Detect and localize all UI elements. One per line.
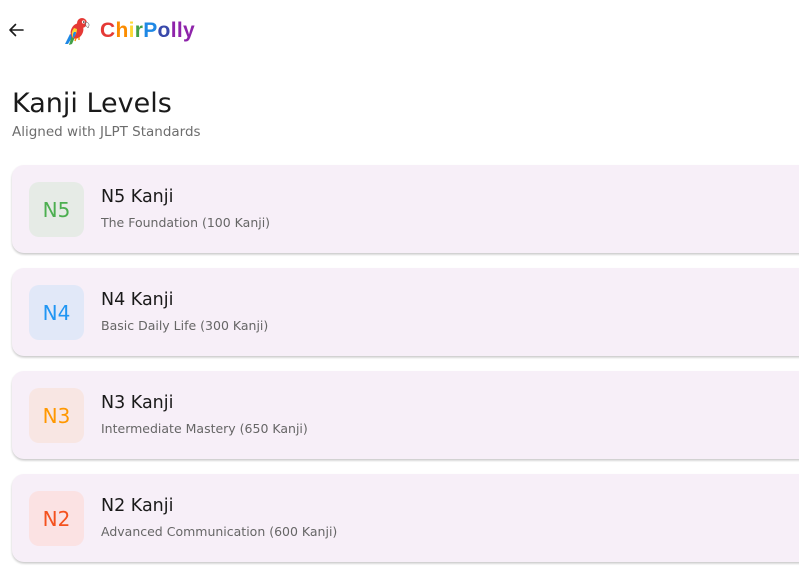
- level-card-n5[interactable]: N5 N5 Kanji The Foundation (100 Kanji): [12, 165, 799, 253]
- level-description: Intermediate Mastery (650 Kanji): [101, 421, 308, 436]
- level-badge: N2: [29, 491, 84, 546]
- level-description: Basic Daily Life (300 Kanji): [101, 318, 269, 333]
- level-name: N2 Kanji: [101, 496, 174, 516]
- page-header: Kanji Levels Aligned with JLPT Standards: [12, 86, 201, 140]
- page-subtitle: Aligned with JLPT Standards: [12, 124, 201, 140]
- level-badge: N5: [29, 182, 84, 237]
- app-name-letter: y: [182, 19, 195, 42]
- app-name-letter: o: [157, 19, 171, 42]
- arrow-left-icon: [9, 23, 24, 37]
- level-card-n4[interactable]: N4 N4 Kanji Basic Daily Life (300 Kanji): [12, 268, 799, 356]
- app-logo[interactable]: ChirPolly: [64, 16, 195, 46]
- level-badge: N3: [29, 388, 84, 443]
- page-title: Kanji Levels: [12, 88, 172, 119]
- app-name-letter: h: [115, 19, 129, 42]
- level-name: N4 Kanji: [101, 290, 174, 310]
- app-bar: ChirPolly: [0, 0, 799, 62]
- back-button[interactable]: [4, 17, 28, 43]
- level-name: N3 Kanji: [101, 393, 174, 413]
- level-list: N5 N5 Kanji The Foundation (100 Kanji) N…: [12, 165, 799, 577]
- app-name-letter: r: [134, 19, 144, 42]
- app-name-letter: P: [143, 19, 158, 42]
- level-name: N5 Kanji: [101, 187, 174, 207]
- app-name-letter: C: [100, 19, 116, 42]
- level-description: Advanced Communication (600 Kanji): [101, 524, 338, 539]
- level-card-n3[interactable]: N3 N3 Kanji Intermediate Mastery (650 Ka…: [12, 371, 799, 459]
- level-badge: N4: [29, 285, 84, 340]
- level-card-n2[interactable]: N2 N2 Kanji Advanced Communication (600 …: [12, 474, 799, 562]
- level-description: The Foundation (100 Kanji): [101, 215, 271, 230]
- parrot-icon: [65, 18, 90, 45]
- app-name: ChirPolly: [100, 19, 195, 43]
